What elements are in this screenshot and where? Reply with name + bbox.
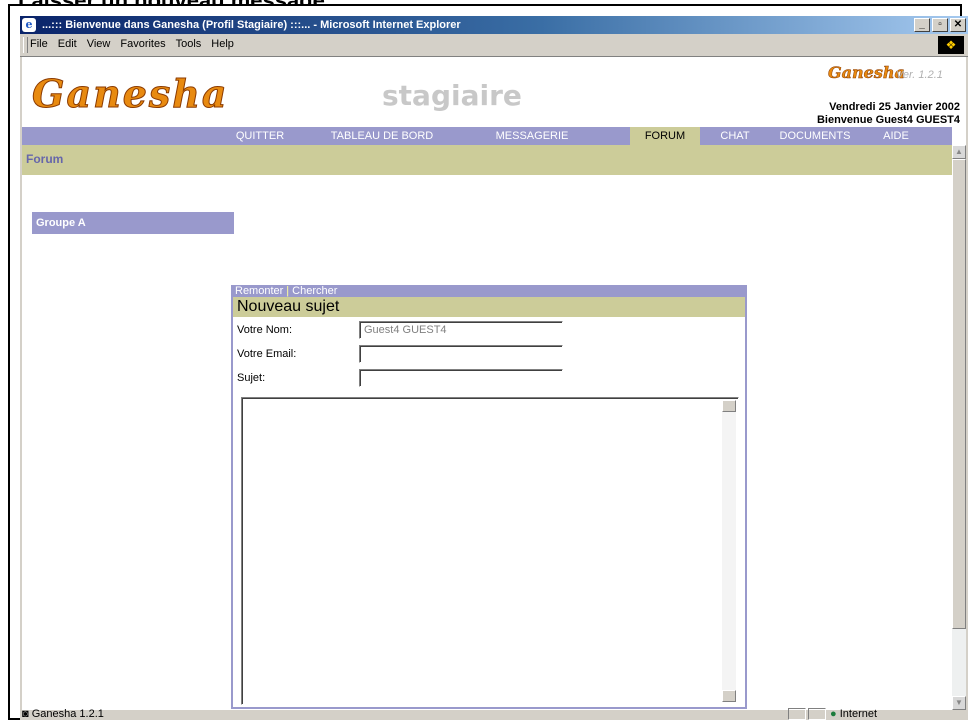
new-topic-form: Remonter | Chercher Nouveau sujet Votre No…: [231, 285, 747, 709]
nav-messagerie[interactable]: MESSAGERIE: [482, 127, 582, 145]
profile-name: stagiaire: [382, 79, 522, 112]
menu-help[interactable]: Help: [211, 38, 234, 50]
ganesha-small-logo: Ganesha: [828, 63, 905, 83]
page-scrollbar[interactable]: ▲ ▼: [952, 145, 966, 710]
menu-edit[interactable]: Edit: [58, 38, 77, 50]
welcome-label: Bienvenue Guest4 GUEST4: [816, 114, 960, 126]
nav-aide[interactable]: AIDE: [872, 127, 920, 145]
windows-logo-icon: ❖: [938, 36, 964, 54]
scroll-thumb[interactable]: [952, 159, 966, 629]
link-remonter[interactable]: Remonter: [235, 285, 283, 297]
date-label: Vendredi 25 Janvier 2002: [829, 101, 960, 113]
window-title: ...::: Bienvenue dans Ganesha (Profil St…: [42, 19, 461, 31]
ganesha-logo: Ganesha: [32, 71, 229, 117]
maximize-button[interactable]: ▫: [932, 18, 948, 32]
page-content: Ganesha stagiaire Ganesha Ver. 1.2.1 Ven…: [22, 57, 966, 710]
ie-page-icon: ◙: [22, 708, 29, 720]
title-bar[interactable]: e ...::: Bienvenue dans Ganesha (Profil …: [20, 16, 968, 34]
email-field[interactable]: [359, 345, 563, 363]
link-separator: |: [286, 285, 290, 297]
menu-view[interactable]: View: [87, 38, 111, 50]
menu-tools[interactable]: Tools: [176, 38, 202, 50]
scroll-down-arrow-icon[interactable]: ▼: [952, 696, 966, 710]
section-title: Forum: [26, 152, 64, 166]
menu-grip[interactable]: [23, 37, 28, 53]
name-field[interactable]: Guest4 GUEST4: [359, 321, 563, 339]
status-text: Ganesha 1.2.1: [31, 708, 104, 720]
zone-label: Internet: [839, 708, 878, 720]
subject-label: Sujet:: [237, 372, 266, 384]
textarea-scroll-down[interactable]: [722, 690, 736, 702]
link-chercher[interactable]: Chercher: [292, 285, 337, 297]
nav-quitter[interactable]: QUITTER: [225, 127, 295, 145]
version-label: Ver. 1.2.1: [896, 69, 943, 81]
textarea-scroll-up[interactable]: [722, 400, 736, 412]
globe-icon: ●: [830, 708, 837, 720]
form-links: Remonter | Chercher: [233, 285, 745, 297]
menu-favorites[interactable]: Favorites: [120, 38, 165, 50]
menu-file[interactable]: File: [30, 38, 48, 50]
message-textarea[interactable]: [241, 397, 739, 705]
close-button[interactable]: ✕: [950, 18, 966, 32]
status-cell: [808, 708, 826, 720]
nav-chat[interactable]: CHAT: [710, 127, 760, 145]
status-bar: ◙ Ganesha 1.2.1 ● Internet: [20, 708, 968, 720]
minimize-button[interactable]: _: [914, 18, 930, 32]
main-nav: QUITTER TABLEAU DE BORD MESSAGERIE FORUM…: [22, 127, 952, 145]
textarea-scrollbar[interactable]: [722, 400, 736, 702]
email-label: Votre Email:: [237, 348, 297, 360]
subject-field[interactable]: [359, 369, 563, 387]
section-bar: Forum: [22, 145, 952, 175]
name-label: Votre Nom:: [237, 324, 293, 336]
group-item[interactable]: Groupe A: [32, 212, 234, 234]
menu-bar: File Edit View Favorites Tools Help ❖: [20, 34, 968, 57]
nav-forum[interactable]: FORUM: [630, 127, 700, 145]
ie-icon: e: [22, 18, 36, 32]
scroll-up-arrow-icon[interactable]: ▲: [952, 145, 966, 159]
nav-tableau-de-bord[interactable]: TABLEAU DE BORD: [312, 127, 452, 145]
form-heading: Nouveau sujet: [233, 297, 745, 317]
status-cells: [788, 708, 828, 720]
status-cell: [788, 708, 806, 720]
browser-window: e ...::: Bienvenue dans Ganesha (Profil …: [20, 16, 968, 720]
nav-documents[interactable]: DOCUMENTS: [770, 127, 860, 145]
